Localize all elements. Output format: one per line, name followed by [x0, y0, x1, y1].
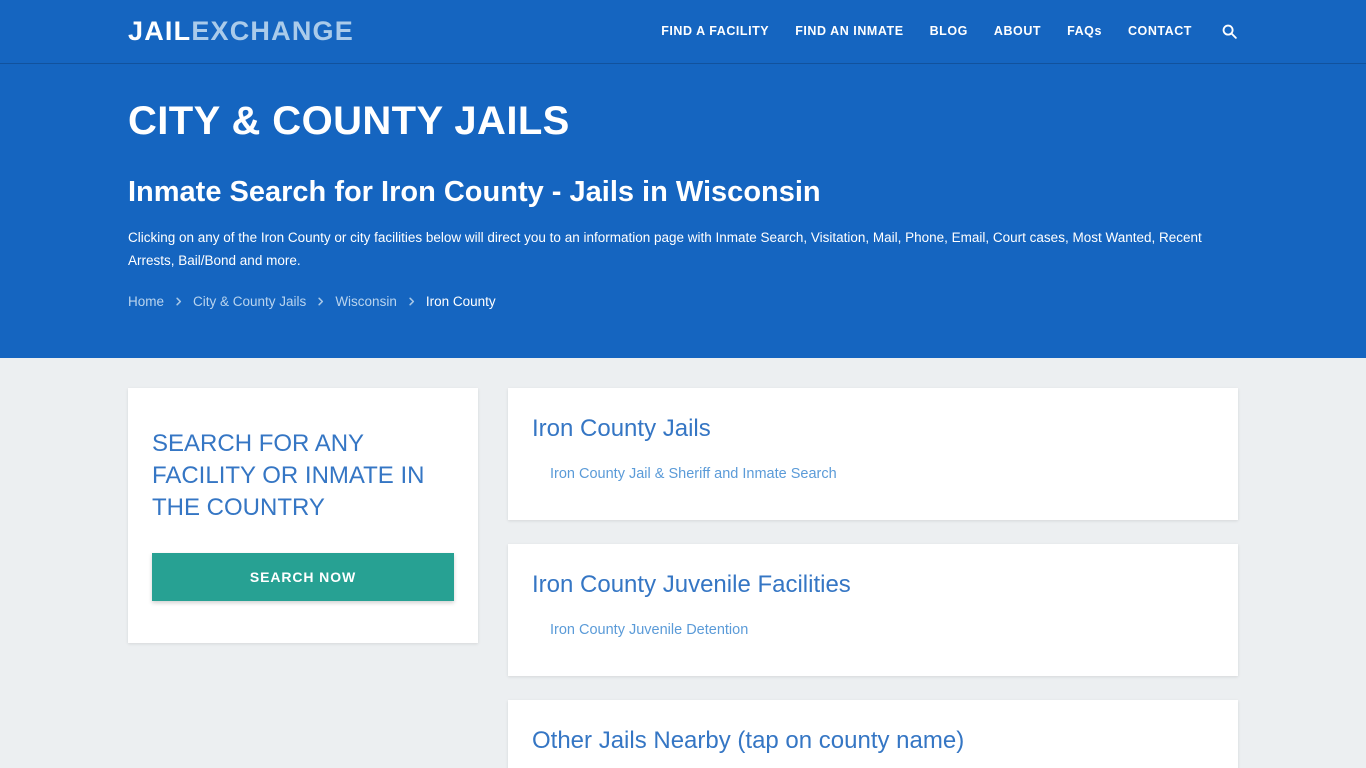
nav-find-a-facility[interactable]: FIND A FACILITY	[648, 0, 782, 63]
search-now-button[interactable]: SEARCH NOW	[152, 553, 454, 602]
nav-blog[interactable]: BLOG	[917, 0, 981, 63]
facility-link[interactable]: Iron County Juvenile Detention	[550, 622, 748, 638]
site-header: JAILEXCHANGE FIND A FACILITY FIND AN INM…	[0, 0, 1366, 63]
hero-section: CITY & COUNTY JAILS Inmate Search for Ir…	[0, 63, 1366, 358]
search-facility-card: SEARCH FOR ANY FACILITY OR INMATE IN THE…	[128, 388, 478, 644]
nav-about[interactable]: ABOUT	[981, 0, 1054, 63]
card-link-list: Iron County Jail & Sheriff and Inmate Se…	[532, 464, 1214, 486]
card-iron-county-jails: Iron County Jails Iron County Jail & She…	[508, 388, 1238, 520]
page-description: Clicking on any of the Iron County or ci…	[128, 229, 1202, 269]
card-other-jails-nearby: Other Jails Nearby (tap on county name)	[508, 699, 1238, 768]
card-title: Iron County Juvenile Facilities	[532, 570, 851, 598]
nav-contact[interactable]: CONTACT	[1115, 0, 1205, 63]
logo-text-jail: JAIL	[128, 16, 192, 46]
facility-cards-column: Iron County Jails Iron County Jail & She…	[508, 388, 1238, 768]
breadcrumb: Home City & County Jails Wisconsin Iron …	[128, 294, 1238, 309]
breadcrumb-item-current: Iron County	[425, 294, 496, 310]
card-title: Other Jails Nearby (tap on county name)	[532, 726, 965, 754]
chevron-right-icon	[315, 296, 326, 307]
main-navigation: FIND A FACILITY FIND AN INMATE BLOG ABOU…	[648, 0, 1238, 63]
page-subtitle: Inmate Search for Iron County - Jails in…	[128, 176, 821, 208]
breadcrumb-item-wisconsin[interactable]: Wisconsin	[335, 294, 397, 309]
chevron-right-icon	[406, 296, 417, 307]
nav-faqs[interactable]: FAQs	[1054, 0, 1115, 63]
logo-text-exchange: EXCHANGE	[191, 16, 354, 46]
card-link-list: Iron County Juvenile Detention	[532, 620, 1214, 642]
search-icon[interactable]	[1205, 23, 1238, 40]
main-content: SEARCH FOR ANY FACILITY OR INMATE IN THE…	[0, 358, 1366, 768]
breadcrumb-item-home[interactable]: Home	[128, 294, 164, 309]
card-title: Iron County Jails	[532, 415, 711, 442]
nav-find-an-inmate[interactable]: FIND AN INMATE	[782, 0, 916, 63]
page-title: CITY & COUNTY JAILS	[128, 99, 570, 143]
card-iron-county-juvenile-facilities: Iron County Juvenile Facilities Iron Cou…	[508, 543, 1238, 676]
search-facility-title: SEARCH FOR ANY FACILITY OR INMATE IN THE…	[152, 430, 425, 522]
chevron-right-icon	[173, 296, 184, 307]
breadcrumb-item-city-county-jails[interactable]: City & County Jails	[193, 294, 306, 309]
facility-link[interactable]: Iron County Jail & Sheriff and Inmate Se…	[550, 466, 837, 482]
list-item: Iron County Juvenile Detention	[550, 620, 1214, 642]
site-logo[interactable]: JAILEXCHANGE	[128, 18, 354, 45]
list-item: Iron County Jail & Sheriff and Inmate Se…	[550, 464, 1214, 486]
